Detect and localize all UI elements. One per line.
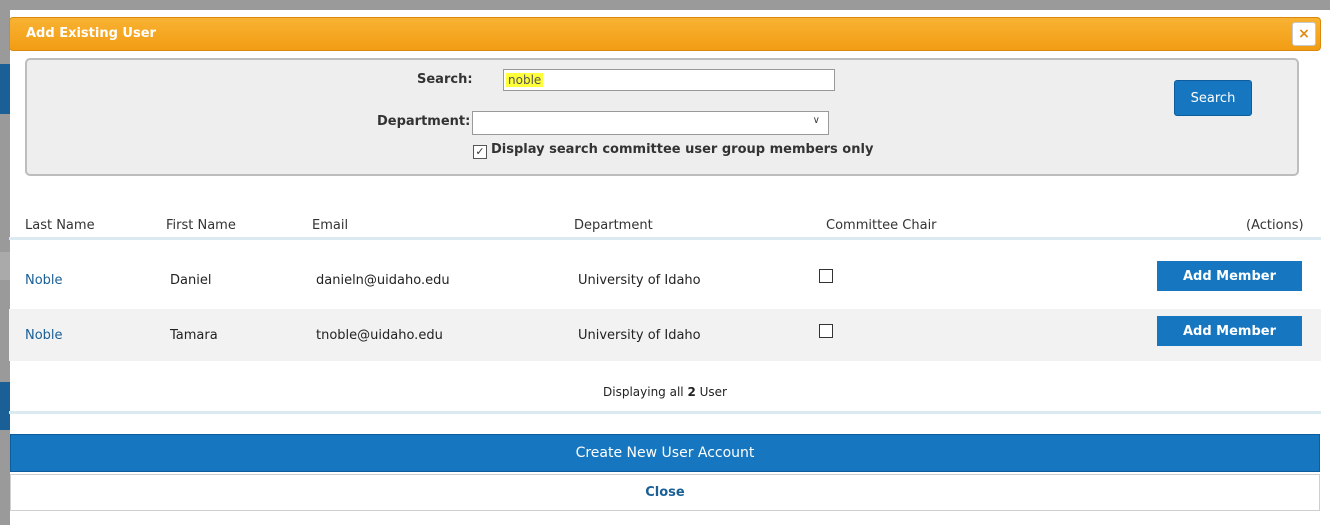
column-header-department: Department	[574, 218, 653, 233]
last-name-link[interactable]: Noble	[25, 328, 63, 343]
add-member-button[interactable]: Add Member	[1157, 316, 1302, 346]
committee-chair-checkbox[interactable]	[819, 324, 833, 338]
header-divider	[9, 237, 1321, 240]
column-header-last-name: Last Name	[25, 218, 95, 233]
search-label: Search:	[417, 72, 473, 87]
committee-only-option[interactable]: ✓ Display search committee user group mem…	[473, 142, 873, 159]
search-input-value: noble	[506, 73, 544, 87]
last-name-link[interactable]: Noble	[25, 273, 63, 288]
results-summary-prefix: Displaying all	[603, 385, 684, 399]
search-panel: Search: noble Department: ∨ ✓ Display sea…	[25, 58, 1299, 176]
results-summary: Displaying all 2 User	[0, 385, 1330, 399]
first-name-cell: Tamara	[170, 328, 218, 343]
results-summary-suffix: User	[699, 385, 727, 399]
department-cell: University of Idaho	[578, 328, 701, 343]
email-cell: tnoble@uidaho.edu	[316, 328, 443, 343]
email-cell: danieln@uidaho.edu	[316, 273, 450, 288]
department-cell: University of Idaho	[578, 273, 701, 288]
column-header-actions: (Actions)	[1246, 218, 1304, 233]
dialog-titlebar: Add Existing User ×	[9, 17, 1321, 51]
first-name-cell: Daniel	[170, 273, 212, 288]
chevron-down-icon: ∨	[812, 115, 820, 126]
committee-only-label: Display search committee user group memb…	[491, 142, 874, 157]
department-label: Department:	[377, 114, 471, 129]
table-row: Noble Daniel danieln@uidaho.edu Universi…	[9, 254, 1321, 306]
committee-chair-checkbox[interactable]	[819, 269, 833, 283]
column-header-committee-chair: Committee Chair	[826, 218, 937, 233]
results-count: 2	[687, 385, 696, 399]
create-new-user-account-button[interactable]: Create New User Account	[10, 434, 1320, 472]
department-select[interactable]: ∨	[472, 111, 829, 135]
close-icon[interactable]: ×	[1292, 22, 1316, 46]
column-header-email: Email	[312, 218, 349, 233]
add-member-button[interactable]: Add Member	[1157, 261, 1302, 291]
table-row: Noble Tamara tnoble@uidaho.edu Universit…	[9, 309, 1321, 361]
close-button[interactable]: Close	[10, 474, 1320, 511]
dialog-title: Add Existing User	[26, 26, 156, 41]
search-input[interactable]: noble	[503, 69, 835, 91]
committee-only-checkbox[interactable]: ✓	[473, 145, 487, 159]
background-strip	[0, 64, 10, 114]
footer-divider	[9, 411, 1321, 414]
column-header-first-name: First Name	[166, 218, 236, 233]
search-button[interactable]: Search	[1174, 80, 1252, 116]
